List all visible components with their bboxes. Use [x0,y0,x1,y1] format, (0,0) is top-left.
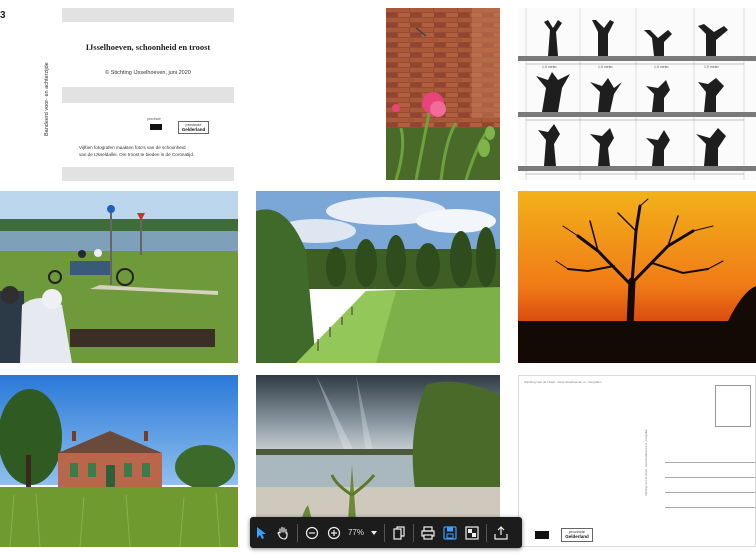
zoom-out-button[interactable] [301,517,323,548]
cover-title: IJsselhoeven, schoonheid en troost [85,42,211,52]
cover-page[interactable]: 3 IJsselhoeven, schoonheid en troost © S… [0,0,238,186]
zoom-in-icon [327,526,341,539]
postcard-vertical-text: Stichting voor de IJssel - www.IJsselhoe… [645,428,648,496]
print-icon [421,525,435,540]
address-line-2 [665,477,755,478]
cover-gray-bar-middle [62,87,234,103]
chevron-down-icon [371,530,377,535]
photo-poppy-brick-wall[interactable] [386,8,500,180]
zoom-dropdown-button[interactable] [367,517,381,548]
cover-gray-bar-bottom [62,167,234,181]
save-page-button[interactable] [439,517,461,548]
toolbar-separator [384,523,385,542]
save-icon [443,525,457,540]
page-number: 3 [0,10,6,21]
postcard-header-text: Stichting voor de IJssel - www.IJsselhoe… [524,380,602,384]
photo-green-field-trees[interactable] [256,191,500,363]
postcard-sponsor-logo-icon [535,531,549,539]
illustration-pollard-willows[interactable]: 1,5 meter 1,5 meter 1,5 meter 1,5 meter [518,8,756,180]
willow-measure-label-1: 1,5 meter [542,65,557,69]
gelderland-logo: provincie Gelderland [178,121,209,134]
zoom-out-icon [305,526,319,539]
copy-icon [393,525,405,540]
copy-page-button[interactable] [388,517,410,548]
address-line-1 [665,462,755,463]
select-tool-button[interactable] [250,517,272,548]
cover-description-line2: van de IJsseldallei. Om troost te bieden… [79,152,195,158]
stamp-box [715,385,751,427]
postcard-gelderland-logo: provincie Gelderland [561,528,593,542]
willow-measure-label-3: 1,5 meter [654,65,669,69]
hand-tool-button[interactable] [272,517,294,548]
postcard-back[interactable]: Stichting voor de IJssel - www.IJsselhoe… [518,375,756,547]
toolbar-separator [297,523,298,542]
hand-icon [277,526,288,540]
pointer-icon [257,526,266,539]
export-icon [494,525,508,540]
postcard-gelderland-line2: Gelderland [565,534,589,539]
address-line-4 [665,507,755,508]
toolbar-separator [486,523,487,542]
toolbar-separator [413,523,414,542]
willow-measure-label-4: 1,5 meter [704,65,719,69]
zoom-in-button[interactable] [323,517,345,548]
photo-tree-sunset[interactable] [518,191,756,363]
zoom-level: 77% [347,528,364,537]
print-button[interactable] [417,517,439,548]
photo-river-bench[interactable] [0,191,238,363]
viewer-toolbar: 77% [250,517,522,548]
willow-measure-label-2: 1,5 meter [598,65,613,69]
gelderland-logo-line2: Gelderland [181,127,206,132]
cover-description: Vijftien fotografen maakten foto's van d… [79,144,229,158]
cover-side-text: Bandeerd voor- en achterzijde [44,62,50,136]
cover-gray-bar-top [62,8,234,22]
fit-page-button[interactable] [461,517,483,548]
fit-page-icon [465,525,479,540]
cover-description-line1: Vijftien fotografen maakten foto's van d… [79,145,186,150]
cover-copyright: © Stichting IJsselhoeven, juni 2020 [105,70,191,76]
sponsor-logo-text: provincie [147,117,162,121]
export-button[interactable] [490,517,512,548]
photo-farmhouse[interactable] [0,375,238,547]
sponsor-logo-icon [150,124,162,130]
address-line-3 [665,492,755,493]
